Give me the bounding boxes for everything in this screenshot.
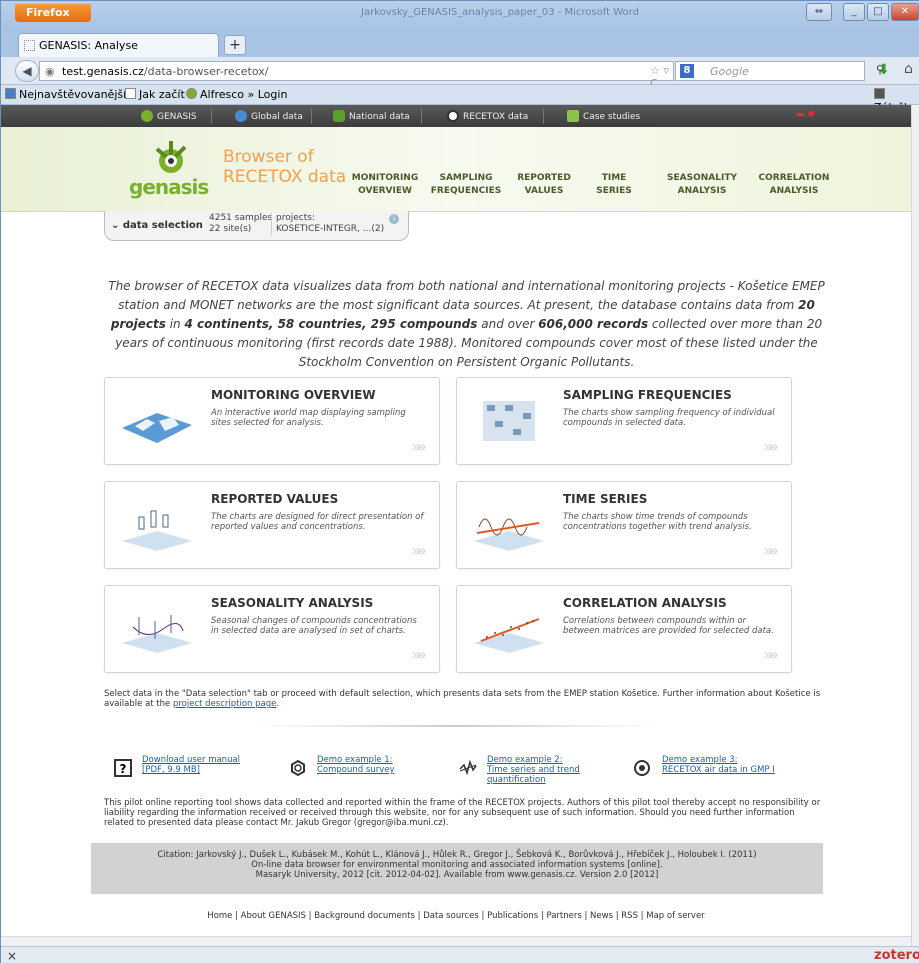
google-icon: 8 bbox=[680, 64, 694, 78]
data-selection-label: ⌄ data selection bbox=[111, 220, 203, 231]
arrow-icon: »» bbox=[411, 645, 426, 664]
close-button[interactable]: ✕ bbox=[891, 3, 919, 21]
data-selection-tab[interactable]: ⌄ data selection 4251 samples 22 site(s)… bbox=[104, 211, 409, 241]
disclaimer-text: This pilot online reporting tool shows d… bbox=[104, 798, 821, 828]
close-icon[interactable]: × bbox=[7, 949, 17, 963]
bookmarks-bar: Nejnavštěvovanější Jak začít Alfresco » … bbox=[1, 85, 919, 114]
seasonality-icon bbox=[122, 615, 192, 653]
sprout-icon bbox=[567, 110, 579, 122]
arrow-icon: »» bbox=[763, 541, 778, 560]
tab-bar: GENASIS: Analyse + bbox=[1, 31, 919, 57]
horizontal-scrollbar[interactable] bbox=[1, 936, 911, 946]
firefox-menu-button[interactable]: Firefox bbox=[15, 4, 91, 22]
menu-seasonality-analysis[interactable]: SEASONALITY ANALYSIS bbox=[652, 172, 752, 198]
divider bbox=[421, 108, 422, 124]
site-top-nav: GENASIS Global data National data RECETO… bbox=[1, 105, 911, 127]
scatter-plot-icon bbox=[474, 618, 544, 653]
page-content: GENASIS Global data National data RECETO… bbox=[1, 105, 911, 946]
language-flags-icon[interactable]: ▬ ✱ bbox=[796, 110, 815, 120]
topnav-case-studies[interactable]: Case studies bbox=[567, 110, 640, 122]
restore-icon[interactable]: ⇔ bbox=[806, 3, 832, 21]
bookmarks-icon bbox=[5, 88, 16, 99]
bookmark-most-visited[interactable]: Nejnavštěvovanější bbox=[5, 88, 126, 101]
divider bbox=[211, 108, 212, 124]
data-selection-projects: projects: KOSETICE-INTEGR, ...(2) bbox=[271, 213, 384, 235]
status-bar: × zotero bbox=[1, 946, 919, 963]
home-icon[interactable]: ⌂ bbox=[904, 61, 913, 77]
boxplot-icon bbox=[122, 510, 192, 551]
recetox-icon bbox=[447, 110, 459, 122]
project-description-link[interactable]: project description page bbox=[173, 699, 276, 709]
back-button[interactable]: ◀ bbox=[15, 60, 39, 82]
navigation-bar: ◀ ◉ test.genasis.cz/data-browser-recetox… bbox=[1, 57, 919, 90]
url-path: /data-browser-recetox/ bbox=[143, 65, 269, 78]
card-sampling-frequencies[interactable]: SAMPLING FREQUENCIES The charts show sam… bbox=[456, 377, 792, 465]
browser-window: Firefox Jarkovsky_GENASIS_analysis_paper… bbox=[0, 0, 919, 963]
card-seasonality-analysis[interactable]: SEASONALITY ANALYSIS Seasonal changes of… bbox=[104, 585, 440, 673]
selection-note: Select data in the "Data selection" tab … bbox=[104, 689, 821, 709]
page-icon bbox=[125, 88, 136, 99]
tab-genasis-analyse[interactable]: GENASIS: Analyse bbox=[18, 33, 219, 57]
compound-icon bbox=[291, 759, 305, 777]
topnav-global-data[interactable]: Global data bbox=[235, 110, 303, 122]
window-title: Jarkovsky_GENASIS_analysis_paper_03 - Mi… bbox=[361, 7, 639, 18]
download-icon[interactable]: ⬇ bbox=[878, 62, 890, 78]
topnav-recetox-data[interactable]: RECETOX data bbox=[447, 110, 528, 122]
frequency-grid-icon bbox=[483, 401, 535, 441]
url-domain: test.genasis.cz bbox=[62, 65, 144, 78]
minimize-button[interactable]: _ bbox=[843, 3, 865, 21]
new-tab-button[interactable]: + bbox=[224, 35, 246, 55]
card-monitoring-overview[interactable]: MONITORING OVERVIEW An interactive world… bbox=[104, 377, 440, 465]
title-bar: Firefox Jarkovsky_GENASIS_analysis_paper… bbox=[1, 1, 919, 31]
map-icon bbox=[333, 110, 345, 122]
intro-paragraph: The browser of RECETOX data visualizes d… bbox=[108, 279, 825, 369]
tab-title: GENASIS: Analyse bbox=[39, 39, 138, 52]
topnav-genasis[interactable]: GENASIS bbox=[141, 110, 197, 122]
card-time-series[interactable]: TIME SERIES The charts show time trends … bbox=[456, 481, 792, 569]
logo-text: genasis bbox=[129, 175, 209, 199]
globe-icon: ◉ bbox=[45, 65, 55, 78]
site-header: genasis Browser of RECETOX data MONITORI… bbox=[1, 127, 911, 212]
data-selection-summary: 4251 samples 22 site(s) bbox=[209, 213, 273, 234]
time-series-icon bbox=[474, 518, 544, 551]
search-placeholder: Google bbox=[710, 65, 749, 78]
page-icon bbox=[24, 40, 35, 51]
search-input[interactable]: 8 Google ⚲ bbox=[675, 61, 884, 81]
page-title: Browser of RECETOX data bbox=[223, 147, 347, 187]
globe-icon bbox=[235, 110, 247, 122]
bookmarks-icon bbox=[874, 88, 885, 99]
card-reported-values[interactable]: REPORTED VALUES The charts are designed … bbox=[104, 481, 440, 569]
divider bbox=[311, 108, 312, 124]
bookmark-getting-started[interactable]: Jak začít bbox=[125, 88, 185, 101]
menu-time-series[interactable]: TIME SERIES bbox=[564, 172, 664, 198]
recetox-icon bbox=[634, 760, 650, 776]
divider bbox=[543, 108, 544, 124]
url-bar[interactable]: ◉ test.genasis.cz/data-browser-recetox/ … bbox=[39, 61, 674, 90]
divider bbox=[251, 725, 661, 727]
zotero-button[interactable]: zotero bbox=[874, 948, 919, 963]
genasis-icon bbox=[141, 110, 153, 122]
vertical-scrollbar[interactable] bbox=[911, 105, 919, 946]
arrow-icon: »» bbox=[763, 645, 778, 664]
alfresco-icon bbox=[186, 88, 197, 99]
topnav-national-data[interactable]: National data bbox=[333, 110, 410, 122]
world-map-icon bbox=[122, 413, 192, 443]
help-icon: ? bbox=[114, 759, 132, 777]
bookmark-alfresco[interactable]: Alfresco » Login bbox=[186, 88, 287, 101]
arrow-icon: »» bbox=[763, 437, 778, 456]
footer-links[interactable]: Home | About GENASIS | Background docume… bbox=[1, 911, 911, 921]
citation-box: Citation: Jarkovský J., Dušek L., Kubáse… bbox=[91, 843, 823, 894]
card-correlation-analysis[interactable]: CORRELATION ANALYSIS Correlations betwee… bbox=[456, 585, 792, 673]
arrow-icon: »» bbox=[411, 437, 426, 456]
info-icon[interactable]: i bbox=[389, 214, 399, 224]
svg-text:?: ? bbox=[120, 762, 127, 776]
maximize-button[interactable]: □ bbox=[867, 3, 889, 21]
arrow-icon: »» bbox=[411, 541, 426, 560]
menu-correlation-analysis[interactable]: CORRELATION ANALYSIS bbox=[744, 172, 844, 198]
trend-chart-icon bbox=[459, 759, 477, 776]
